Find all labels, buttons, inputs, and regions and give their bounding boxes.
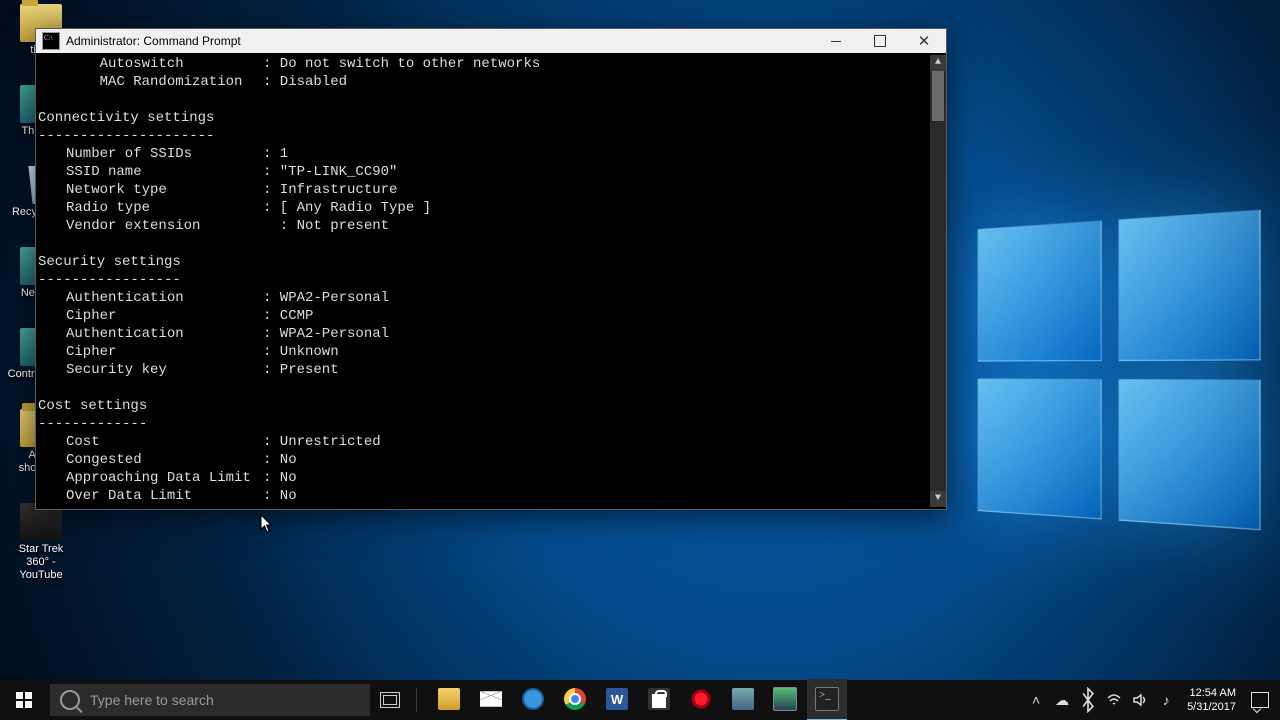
chrome-icon (564, 688, 586, 710)
start-button[interactable] (0, 680, 48, 720)
app-generic-icon (732, 688, 754, 710)
close-button[interactable]: ✕ (902, 29, 946, 53)
tray-bluetooth-icon[interactable] (1075, 680, 1101, 720)
action-center-button[interactable] (1244, 680, 1276, 720)
clock-time: 12:54 AM (1187, 686, 1236, 700)
tray-volume-icon[interactable] (1127, 680, 1153, 720)
terminal-rule: ------------- (38, 415, 930, 433)
terminal-line: Autoswitch: Do not switch to other netwo… (38, 55, 930, 73)
desktop-icon-label: Star Trek 360° - YouTube (6, 543, 76, 582)
edge-icon (522, 688, 544, 710)
terminal-line: Security key: Present (38, 361, 930, 379)
terminal-line: Over Data Limit: No (38, 487, 930, 505)
taskbar-app-opera[interactable] (681, 679, 721, 720)
search-box[interactable]: Type here to search (50, 684, 370, 716)
command-prompt-icon (815, 687, 839, 711)
desktop-icon[interactable]: Star Trek 360° - YouTube (6, 503, 76, 582)
taskbar-app-edge[interactable] (513, 679, 553, 720)
minimize-button[interactable] (814, 29, 858, 53)
terminal-line: Cipher: Unknown (38, 343, 930, 361)
tray-onedrive-icon[interactable]: ☁ (1049, 680, 1075, 720)
maximize-button[interactable] (858, 29, 902, 53)
titlebar[interactable]: Administrator: Command Prompt ✕ (36, 29, 946, 53)
photos-icon (773, 687, 797, 711)
file-explorer-icon (438, 688, 460, 710)
taskbar-app-word[interactable]: W (597, 679, 637, 720)
taskbar-app-chrome[interactable] (555, 679, 595, 720)
scroll-up-arrow[interactable]: ▲ (930, 55, 946, 71)
taskbar-app-mail[interactable] (471, 679, 511, 720)
terminal-section-heading: Connectivity settings (38, 109, 930, 127)
system-tray: ˄ ☁ ♪ 12:54 AM 5/31/2017 (1023, 680, 1280, 720)
terminal-body[interactable]: Autoswitch: Do not switch to other netwo… (36, 53, 946, 509)
taskbar-apps: W (429, 679, 847, 720)
scroll-thumb[interactable] (932, 71, 944, 121)
terminal-rule: --------------------- (38, 127, 930, 145)
terminal-section-heading: Security settings (38, 253, 930, 271)
command-prompt-window: Administrator: Command Prompt ✕ Autoswit… (35, 28, 947, 510)
tray-app-icon[interactable]: ♪ (1153, 680, 1179, 720)
wallpaper-windows-logo (978, 210, 1261, 531)
terminal-line: Congested: No (38, 451, 930, 469)
mouse-cursor (260, 514, 274, 534)
terminal-line: Roaming: No (38, 505, 930, 507)
terminal-line: SSID name: "TP-LINK_CC90" (38, 163, 930, 181)
search-icon (60, 690, 80, 710)
taskbar-app-app-generic[interactable] (723, 679, 763, 720)
terminal-section-heading: Cost settings (38, 397, 930, 415)
taskbar-clock[interactable]: 12:54 AM 5/31/2017 (1179, 686, 1244, 714)
terminal-line: Network type: Infrastructure (38, 181, 930, 199)
word-icon: W (606, 688, 628, 710)
mail-icon (480, 688, 502, 710)
store-icon (648, 688, 670, 710)
terminal-line: Cipher: CCMP (38, 307, 930, 325)
terminal-line: MAC Randomization: Disabled (38, 73, 930, 91)
taskbar-app-command-prompt[interactable] (807, 679, 847, 720)
taskbar: Type here to search W ˄ ☁ ♪ 12:54 AM 5/3… (0, 680, 1280, 720)
cmd-icon (42, 32, 60, 50)
taskbar-app-photos[interactable] (765, 679, 805, 720)
task-view-button[interactable] (370, 680, 410, 720)
terminal-line: Vendor extension : Not present (38, 217, 930, 235)
terminal-line: Number of SSIDs: 1 (38, 145, 930, 163)
taskbar-app-store[interactable] (639, 679, 679, 720)
terminal-line: Cost: Unrestricted (38, 433, 930, 451)
terminal-line: Radio type: [ Any Radio Type ] (38, 199, 930, 217)
window-title: Administrator: Command Prompt (66, 34, 241, 48)
clock-date: 5/31/2017 (1187, 700, 1236, 714)
terminal-line: Approaching Data Limit: No (38, 469, 930, 487)
terminal-rule: ----------------- (38, 271, 930, 289)
tray-chevron-icon[interactable]: ˄ (1023, 680, 1049, 720)
taskbar-app-file-explorer[interactable] (429, 679, 469, 720)
search-placeholder: Type here to search (90, 692, 214, 708)
opera-icon (690, 688, 712, 710)
tray-wifi-icon[interactable] (1101, 680, 1127, 720)
terminal-line: Authentication: WPA2-Personal (38, 289, 930, 307)
scrollbar[interactable]: ▲ ▼ (930, 55, 946, 507)
terminal-line: Authentication: WPA2-Personal (38, 325, 930, 343)
scroll-down-arrow[interactable]: ▼ (930, 491, 946, 507)
taskbar-separator (416, 688, 417, 712)
